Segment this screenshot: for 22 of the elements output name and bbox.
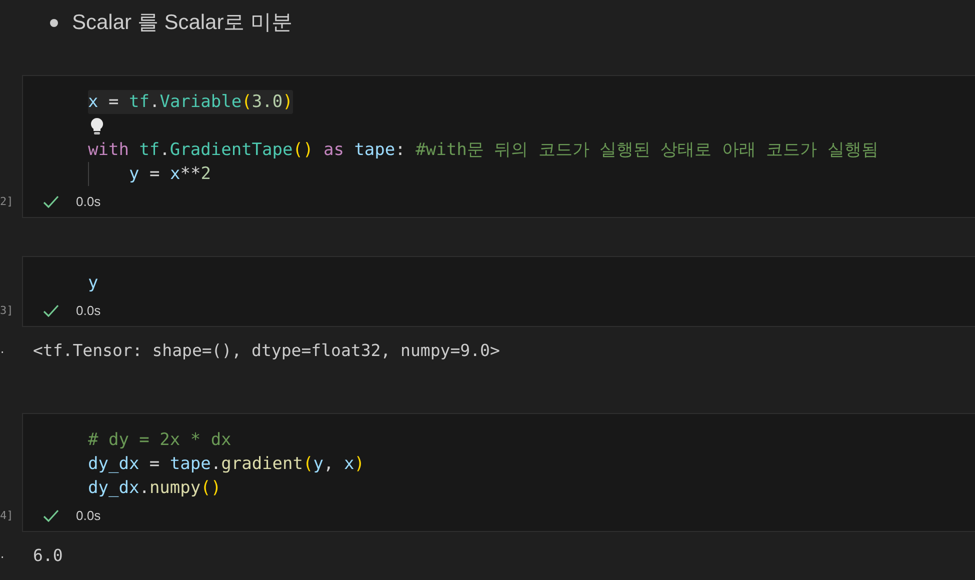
cell-output: 6.0 — [33, 544, 63, 567]
markdown-heading: Scalar 를 Scalar로 미분 — [72, 10, 293, 36]
code-line: with tf.GradientTape() as tape: #with문 뒤의 코드가 실행된 상태로 아래 코드가 실행됨 — [88, 139, 878, 162]
cell-output: <tf.Tensor: shape=(), dtype=float32, numpy=9.0> — [33, 340, 500, 362]
execution-time: 0.0s — [76, 506, 101, 525]
code-line: dy_dx.numpy() — [88, 477, 222, 500]
code-cell[interactable]: x = tf.Variable(3.0) with tf.GradientTape() as tape: #with문 뒤의 코드가 실행된 상태로 아래 코드가 실행됨 y = x**2 0.0s — [22, 75, 975, 218]
code-line: dy_dx = tape.gradient(y, x) — [88, 453, 364, 476]
code-cell[interactable]: # dy = 2x * dx dy_dx = tape.gradient(y, x) dy_dx.numpy() 0.0s — [22, 413, 975, 532]
execution-time: 0.0s — [76, 302, 101, 320]
bullet-icon — [50, 19, 58, 27]
execution-count: 3] — [0, 302, 14, 318]
execution-count: 2] — [0, 194, 14, 210]
code-cell[interactable]: y 0.0s — [22, 256, 975, 327]
code-line: # dy = 2x * dx — [88, 429, 232, 452]
execution-count: 4] — [0, 508, 14, 524]
output-marker: · — [0, 549, 5, 563]
code-line: y — [88, 272, 98, 295]
code-line: y = x**2 — [129, 163, 211, 186]
lightbulb-icon[interactable] — [90, 117, 104, 135]
output-marker: · — [0, 344, 5, 358]
execution-time: 0.0s — [76, 192, 101, 211]
